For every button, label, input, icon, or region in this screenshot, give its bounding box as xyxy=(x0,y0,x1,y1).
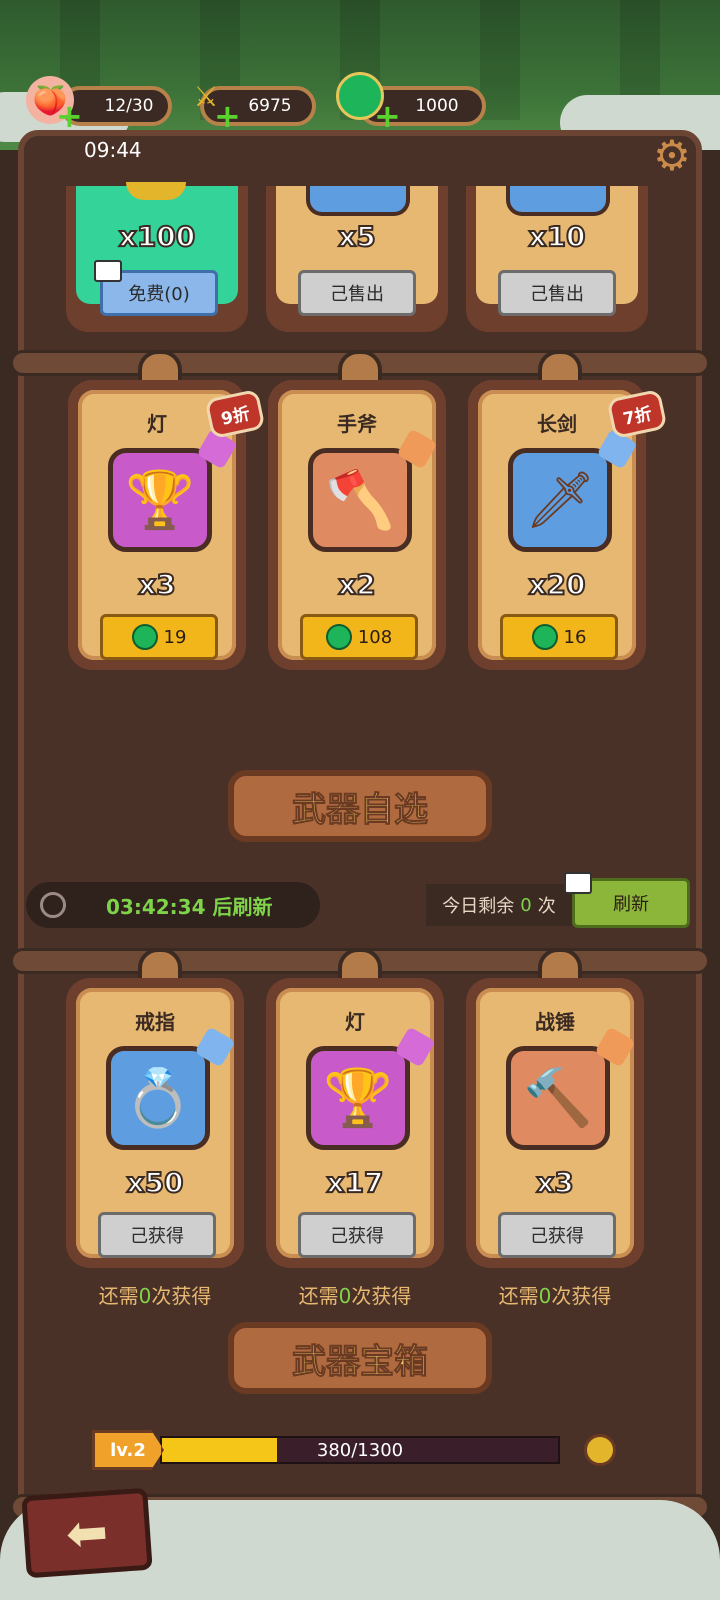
tent-stripe xyxy=(480,0,520,120)
sword-item-box: 🗡 xyxy=(508,448,612,552)
sword-icon: 🗡 xyxy=(524,468,596,533)
top-2-qty: x5 xyxy=(337,219,377,254)
shop-card-inner: 手斧 🪓 x2 108 xyxy=(278,390,438,660)
sold-out-label: 己售出 xyxy=(330,284,384,305)
buy-button[interactable]: 19 xyxy=(100,614,218,660)
need-prefix: 还需 xyxy=(98,1284,139,1308)
lamp-icon: 🏆 xyxy=(125,468,195,533)
sold-out-button[interactable]: 己售出 xyxy=(298,270,416,316)
choice-card[interactable]: 戒指 💍 x50 己获得 xyxy=(66,978,244,1268)
item-qty: x50 xyxy=(125,1165,184,1200)
add-jade-button[interactable]: + xyxy=(374,100,401,132)
ring-icon: 💍 xyxy=(123,1066,193,1131)
lamp-item-box: 🏆 xyxy=(108,448,212,552)
item-qty: x20 xyxy=(527,567,586,602)
weapon-select-title: 武器自选 xyxy=(228,770,492,842)
chest-info-icon[interactable] xyxy=(584,1434,616,1466)
jade-icon xyxy=(531,624,558,650)
top-1-qty: x100 xyxy=(118,219,197,254)
lamp-icon: 🏆 xyxy=(323,1066,393,1131)
chest-progress-text: 380/1300 xyxy=(316,1439,404,1461)
sold-out-label: 己售出 xyxy=(530,284,584,305)
add-stamina-button[interactable]: + xyxy=(56,100,83,132)
back-arrow-button[interactable]: ⬅ xyxy=(21,1487,153,1579)
need-count: 0 xyxy=(338,1284,352,1308)
refresh-timer: 03:42:34 后刷新 xyxy=(26,882,320,928)
price: 108 xyxy=(357,626,393,648)
jade-icon xyxy=(131,624,158,650)
obtained-label: 己获得 xyxy=(530,1226,584,1247)
gold-value: 6975 xyxy=(248,96,292,116)
ring-item-box: 💍 xyxy=(106,1046,210,1150)
item-qty: x3 xyxy=(535,1165,575,1200)
jade-value: 1000 xyxy=(415,96,459,116)
free-claim-label: 免费(0) xyxy=(128,284,190,305)
chest-progress-bar: 380/1300 xyxy=(160,1436,560,1464)
video-ad-icon xyxy=(564,872,592,894)
shop-card[interactable]: 手斧 🪓 x2 108 xyxy=(268,380,446,670)
remaining-refreshes: 今日剩余 0 次 xyxy=(426,884,572,926)
need-suffix: 次获得 xyxy=(351,1284,412,1308)
axe-icon: 🪓 xyxy=(325,468,395,533)
sold-out-button[interactable]: 己售出 xyxy=(498,270,616,316)
price: 16 xyxy=(563,626,587,648)
hammer-icon: 🔨 xyxy=(523,1066,593,1131)
clock-time: 09:44 xyxy=(84,138,142,162)
card-top-3: x10 己售出 xyxy=(466,186,648,332)
axe-item-box: 🪓 xyxy=(308,448,412,552)
top-3-qty: x10 xyxy=(527,219,586,254)
item-box-partial xyxy=(506,186,610,216)
item-box-partial xyxy=(306,186,410,216)
item-qty: x17 xyxy=(325,1165,384,1200)
refresh-label: 刷新 xyxy=(613,894,649,915)
settings-gear-icon[interactable]: ⚙ xyxy=(650,134,694,178)
obtained-button[interactable]: 己获得 xyxy=(298,1212,416,1258)
buy-button[interactable]: 16 xyxy=(500,614,618,660)
lamp-item-box: 🏆 xyxy=(306,1046,410,1150)
obtained-label: 己获得 xyxy=(130,1226,184,1247)
need-count: 0 xyxy=(538,1284,552,1308)
add-gold-button[interactable]: + xyxy=(214,100,241,132)
need-text: 还需0次获得 xyxy=(466,1280,644,1309)
choice-card-inner: 戒指 💍 x50 己获得 xyxy=(76,988,236,1258)
remaining-suffix: 次 xyxy=(537,896,556,917)
jade-icon xyxy=(325,624,352,650)
need-prefix: 还需 xyxy=(298,1284,339,1308)
buy-button[interactable]: 108 xyxy=(300,614,418,660)
clock-icon xyxy=(40,892,66,918)
need-suffix: 次获得 xyxy=(551,1284,612,1308)
choice-card-inner: 战锤 🔨 x3 己获得 xyxy=(476,988,636,1258)
video-ad-icon xyxy=(94,260,122,282)
obtained-button[interactable]: 己获得 xyxy=(98,1212,216,1258)
price: 19 xyxy=(163,626,187,648)
item-qty: x2 xyxy=(337,567,377,602)
need-text: 还需0次获得 xyxy=(66,1280,244,1309)
timer-text: 03:42:34 后刷新 xyxy=(106,894,273,919)
card-top-1: x100 免费(0) xyxy=(66,182,248,332)
stamina-value: 12/30 xyxy=(104,96,154,116)
choice-card[interactable]: 战锤 🔨 x3 己获得 xyxy=(466,978,644,1268)
remaining-prefix: 今日剩余 xyxy=(442,896,515,917)
need-suffix: 次获得 xyxy=(151,1284,212,1308)
remaining-count: 0 xyxy=(520,894,532,916)
choice-card[interactable]: 灯 🏆 x17 己获得 xyxy=(266,978,444,1268)
item-qty: x3 xyxy=(137,567,177,602)
obtained-label: 己获得 xyxy=(330,1226,384,1247)
need-prefix: 还需 xyxy=(498,1284,539,1308)
hammer-item-box: 🔨 xyxy=(506,1046,610,1150)
obtained-button[interactable]: 己获得 xyxy=(498,1212,616,1258)
weapon-chest-title: 武器宝箱 xyxy=(228,1322,492,1394)
choice-card-inner: 灯 🏆 x17 己获得 xyxy=(276,988,436,1258)
card-top-2: x5 己售出 xyxy=(266,186,448,332)
need-count: 0 xyxy=(138,1284,152,1308)
chest-level-badge: lv.2 xyxy=(92,1430,164,1470)
need-text: 还需0次获得 xyxy=(266,1280,444,1309)
coin-icon xyxy=(126,182,186,200)
